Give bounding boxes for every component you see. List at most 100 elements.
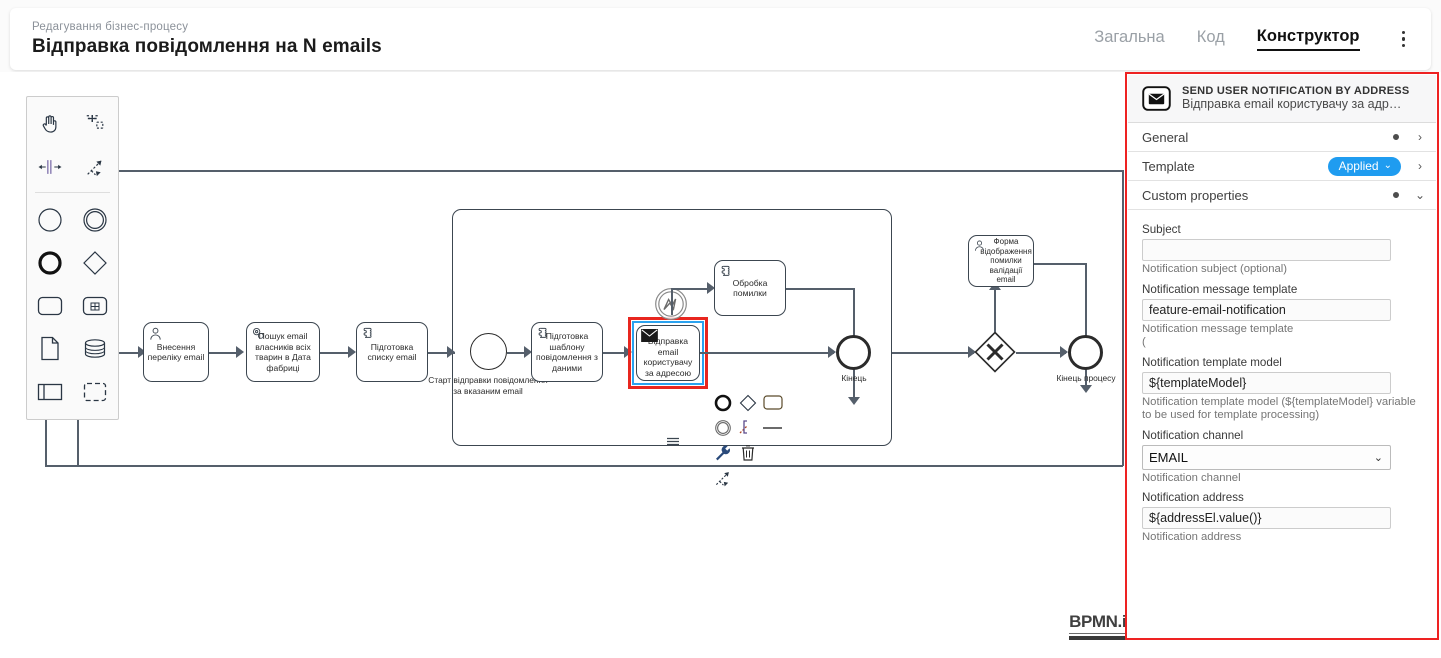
group-template[interactable]: Template Applied ⌄ › xyxy=(1128,152,1436,181)
flow-t5-end xyxy=(700,352,834,354)
global-connect-tool-icon[interactable] xyxy=(73,145,119,188)
field-help-notification-address: Notification address xyxy=(1142,531,1242,543)
header-tabs: Загальна Код Конструктор xyxy=(1094,27,1411,52)
exclusive-gateway[interactable] xyxy=(974,331,1016,373)
data-store-icon[interactable] xyxy=(73,327,119,370)
context-pad[interactable] xyxy=(710,390,785,490)
script-task-icon xyxy=(721,265,730,276)
task-obrobka-pomylky[interactable]: Обробка помилки xyxy=(714,260,786,316)
arrow-head-7 xyxy=(848,397,860,405)
tab-kod[interactable]: Код xyxy=(1197,28,1225,50)
append-gateway-icon[interactable] xyxy=(735,390,760,415)
field-label-subject: Subject xyxy=(1142,223,1181,236)
task-vnesennya-pereliku-email[interactable]: Внесення переліку email xyxy=(143,322,209,382)
group-custom-properties-marker-dot xyxy=(1392,191,1399,199)
field-help-notification-message-template: Notification message template ( xyxy=(1142,322,1294,349)
element-template-name: SEND USER NOTIFICATION BY ADDRESS xyxy=(1182,85,1410,97)
end-event-label: Кінець xyxy=(841,373,867,383)
properties-panel[interactable]: SEND USER NOTIFICATION BY ADDRESS Відпра… xyxy=(1128,75,1436,637)
kebab-menu-icon[interactable] xyxy=(1396,27,1412,52)
global-connect-icon[interactable] xyxy=(710,465,735,490)
notification-message-template-input[interactable] xyxy=(1142,298,1391,321)
page-title: Відправка повідомлення на N emails xyxy=(32,35,382,57)
field-label-notification-channel: Notification channel xyxy=(1142,428,1244,442)
field-help-notification-channel: Notification channel xyxy=(1142,471,1241,484)
properties-panel-header: SEND USER NOTIFICATION BY ADDRESS Відпра… xyxy=(1128,75,1436,123)
flow-subproc-gateway xyxy=(892,352,974,354)
task-label: Внесення переліку email xyxy=(147,341,205,363)
participant-icon[interactable] xyxy=(27,370,73,413)
service-task-icon xyxy=(252,327,264,339)
delete-trash-icon[interactable] xyxy=(735,440,760,465)
group-custom-properties-label: Custom properties xyxy=(1142,187,1249,203)
send-task-envelope-icon xyxy=(1142,85,1171,111)
notification-channel-select-wrap: EMAIL ⌄ xyxy=(1142,444,1391,470)
task-poshuk-email[interactable]: Пошук email власників всіх тварин в Дата… xyxy=(246,322,320,382)
task-forma-pomylky[interactable]: Форма відображення помилки валідації ema… xyxy=(968,235,1034,287)
app-root: Редагування бізнес-процесу Відправка пов… xyxy=(0,0,1441,658)
data-object-icon[interactable] xyxy=(27,327,73,370)
field-label-notification-message-template: Notification message template xyxy=(1142,282,1298,296)
bpmn-palette[interactable] xyxy=(26,96,119,420)
group-general[interactable]: General › xyxy=(1128,123,1436,152)
connect-icon[interactable] xyxy=(760,415,785,440)
field-help-notification-template-model: Notification template model (${templateM… xyxy=(1142,395,1416,422)
hand-tool-icon[interactable] xyxy=(27,102,73,145)
intermediate-event-icon[interactable] xyxy=(73,198,119,241)
chevron-down-icon: ⌄ xyxy=(1383,160,1392,171)
app-header: Редагування бізнес-процесу Відправка пов… xyxy=(10,8,1431,70)
send-task-icon xyxy=(641,329,658,342)
chevron-right-icon[interactable]: › xyxy=(1415,159,1425,173)
flow-t7-endprocess-h xyxy=(1034,263,1086,265)
end-event-kinets[interactable] xyxy=(836,335,871,370)
lasso-tool-icon[interactable] xyxy=(73,102,119,145)
field-label-notification-address: Notification address xyxy=(1142,491,1244,504)
group-icon[interactable] xyxy=(73,370,119,413)
flow-gateway-t7 xyxy=(994,287,996,332)
end-event-kinets-procesu[interactable] xyxy=(1068,335,1103,370)
subprocess-collapsed-icon[interactable] xyxy=(73,284,119,327)
task-pidgotovka-shablonu[interactable]: Підготовка шаблону повідомлення з даними xyxy=(531,322,603,382)
sequence-flow-top xyxy=(119,170,1122,172)
append-intermediate-event-icon[interactable] xyxy=(710,415,735,440)
expanded-subprocess-marker xyxy=(666,433,680,446)
group-template-label: Template xyxy=(1142,158,1195,174)
group-custom-properties[interactable]: Custom properties ⌄ xyxy=(1128,181,1436,210)
element-name: Відправка email користувачу за адр… xyxy=(1182,97,1402,111)
flow-t6-end-h xyxy=(786,288,854,290)
change-type-wrench-icon[interactable] xyxy=(710,440,735,465)
arrow-head-subproc xyxy=(447,346,455,358)
subject-input[interactable] xyxy=(1142,239,1391,261)
tab-zagalna[interactable]: Загальна xyxy=(1094,28,1165,50)
task-vidpravka-email-selected[interactable]: Відправка email користувачу за адресою xyxy=(636,325,700,381)
user-task-icon xyxy=(975,240,984,251)
task-icon[interactable] xyxy=(27,284,73,327)
start-event-icon[interactable] xyxy=(27,198,73,241)
notification-template-model-input[interactable] xyxy=(1142,371,1391,394)
start-event[interactable] xyxy=(470,333,507,370)
chevron-right-icon[interactable]: › xyxy=(1415,130,1425,144)
notification-channel-select[interactable]: EMAIL xyxy=(1142,444,1391,470)
template-applied-badge[interactable]: Applied ⌄ xyxy=(1327,156,1401,176)
end-event-icon[interactable] xyxy=(27,241,73,284)
tab-konstruktor[interactable]: Конструктор xyxy=(1256,27,1360,51)
group-general-marker-dot xyxy=(1392,133,1399,141)
arrow-head-2 xyxy=(236,346,244,358)
custom-properties-body: Subject Notification subject (optional) … xyxy=(1128,210,1436,553)
chevron-down-icon[interactable]: ⌄ xyxy=(1415,188,1425,202)
append-task-icon[interactable] xyxy=(760,390,785,415)
notification-address-input[interactable] xyxy=(1142,507,1391,529)
append-end-event-icon[interactable] xyxy=(710,390,735,415)
space-tool-icon[interactable] xyxy=(27,145,73,188)
template-applied-badge-label: Applied xyxy=(1338,158,1379,173)
task-label: Підготовка списку email xyxy=(367,341,417,363)
gateway-icon[interactable] xyxy=(73,241,119,284)
breadcrumb: Редагування бізнес-процесу xyxy=(32,20,189,33)
script-task-icon xyxy=(538,327,547,338)
task-pidgotovka-spysku-email[interactable]: Підготовка списку email xyxy=(356,322,428,382)
flow-gateway-endprocess xyxy=(1016,352,1066,354)
sequence-flow-right-riser xyxy=(1122,170,1124,466)
header-title-block: Редагування бізнес-процесу Відправка пов… xyxy=(32,20,382,59)
append-text-annotation-icon[interactable] xyxy=(735,415,760,440)
properties-panel-header-text: SEND USER NOTIFICATION BY ADDRESS Відпра… xyxy=(1182,85,1409,111)
